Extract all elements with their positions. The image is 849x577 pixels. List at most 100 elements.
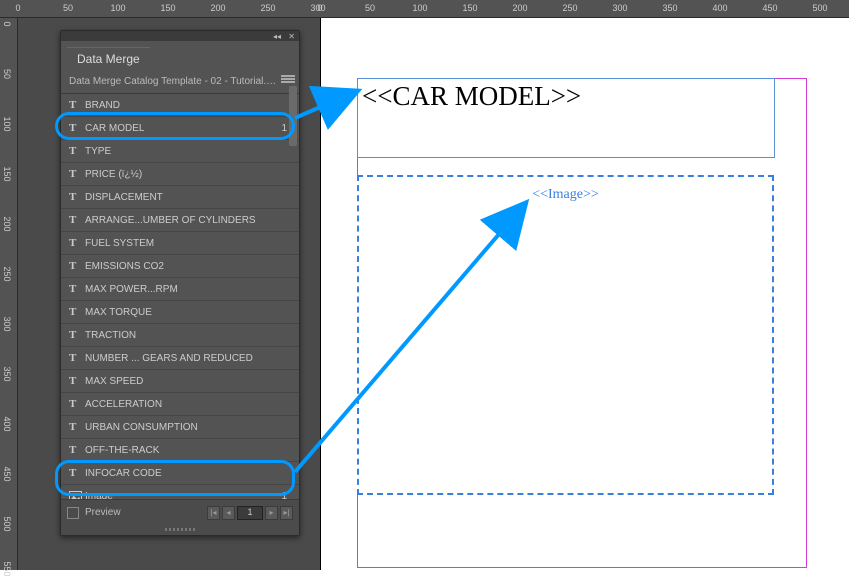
field-label: PRICE (ï¿½) xyxy=(85,169,287,180)
text-field-icon: T xyxy=(69,191,85,203)
ruler-tick: 150 xyxy=(462,3,477,13)
field-max-power-rpm[interactable]: TMAX POWER...RPM xyxy=(61,278,299,301)
panel-collapse-icon[interactable]: ◂◂ xyxy=(273,32,281,41)
field-image[interactable]: Image1 xyxy=(61,485,299,499)
nav-last-button[interactable]: ▸| xyxy=(280,506,293,520)
record-nav: |◂ ◂ 1 ▸ ▸| xyxy=(207,506,293,520)
field-label: CAR MODEL xyxy=(85,123,281,134)
text-field-icon: T xyxy=(69,329,85,341)
preview-label: Preview xyxy=(85,507,207,518)
text-field-icon: T xyxy=(69,375,85,387)
ruler-tick: 150 xyxy=(160,3,175,13)
text-field-icon: T xyxy=(69,260,85,272)
field-max-torque[interactable]: TMAX TORQUE xyxy=(61,301,299,324)
ruler-tick: 150 xyxy=(2,166,12,181)
text-field-icon: T xyxy=(69,99,85,111)
ruler-tick: 450 xyxy=(762,3,777,13)
ruler-tick: 0 xyxy=(317,3,322,13)
field-label: ACCELERATION xyxy=(85,399,287,410)
ruler-tick: 200 xyxy=(210,3,225,13)
ruler-tick: 550 xyxy=(2,561,12,576)
field-infocar-code[interactable]: TINFOCAR CODE xyxy=(61,462,299,485)
panel-header[interactable]: ◂◂ ✕ xyxy=(61,31,299,41)
panel-footer: Preview |◂ ◂ 1 ▸ ▸| xyxy=(61,499,299,525)
datasource-label: Data Merge Catalog Template - 02 - Tutor… xyxy=(69,76,281,87)
text-field-icon: T xyxy=(69,444,85,456)
text-field-icon: T xyxy=(69,352,85,364)
ruler-tick: 200 xyxy=(512,3,527,13)
field-acceleration[interactable]: TACCELERATION xyxy=(61,393,299,416)
field-label: MAX TORQUE xyxy=(85,307,287,318)
image-field-icon xyxy=(69,491,85,500)
ruler-tick: 50 xyxy=(63,3,73,13)
field-label: FUEL SYSTEM xyxy=(85,238,287,249)
ruler-tick: 350 xyxy=(2,366,12,381)
nav-page-input[interactable]: 1 xyxy=(237,506,263,520)
ruler-tick: 0 xyxy=(2,21,12,26)
placeholder-image: <<Image>> xyxy=(532,187,599,203)
ruler-tick: 450 xyxy=(2,466,12,481)
field-fuel-system[interactable]: TFUEL SYSTEM xyxy=(61,232,299,255)
field-price-[interactable]: TPRICE (ï¿½) xyxy=(61,163,299,186)
data-merge-panel[interactable]: ◂◂ ✕ Data Merge Data Merge Catalog Templ… xyxy=(60,30,300,536)
field-label: OFF-THE-RACK xyxy=(85,445,287,456)
ruler-tick: 400 xyxy=(2,416,12,431)
panel-close-icon[interactable]: ✕ xyxy=(288,32,295,41)
field-traction[interactable]: TTRACTION xyxy=(61,324,299,347)
ruler-tick: 100 xyxy=(2,116,12,131)
ruler-tick: 100 xyxy=(412,3,427,13)
scrollbar-thumb[interactable] xyxy=(289,86,297,146)
field-type[interactable]: TTYPE xyxy=(61,140,299,163)
field-label: MAX POWER...RPM xyxy=(85,284,287,295)
field-label: NUMBER ... GEARS AND REDUCED xyxy=(85,353,287,364)
ruler-tick: 250 xyxy=(2,266,12,281)
panel-tab-data-merge[interactable]: Data Merge xyxy=(67,47,150,70)
field-displacement[interactable]: TDISPLACEMENT xyxy=(61,186,299,209)
text-field-icon: T xyxy=(69,398,85,410)
field-emissions-co2[interactable]: TEMISSIONS CO2 xyxy=(61,255,299,278)
nav-first-button[interactable]: |◂ xyxy=(207,506,220,520)
text-field-icon: T xyxy=(69,237,85,249)
panel-scrollbar[interactable] xyxy=(289,86,297,505)
field-arrange-umber-of-cylinders[interactable]: TARRANGE...UMBER OF CYLINDERS xyxy=(61,209,299,232)
vertical-ruler: 0 50 100 150 200 250 300 350 400 450 500… xyxy=(0,18,18,570)
image-frame[interactable]: <<Image>> xyxy=(357,175,774,495)
horizontal-ruler: 0 50 100 150 200 250 300 0 50 100 150 20… xyxy=(0,0,849,18)
field-off-the-rack[interactable]: TOFF-THE-RACK xyxy=(61,439,299,462)
field-number-gears-and-reduced[interactable]: TNUMBER ... GEARS AND REDUCED xyxy=(61,347,299,370)
ruler-tick: 50 xyxy=(2,69,12,79)
text-field-icon: T xyxy=(69,283,85,295)
text-field-icon: T xyxy=(69,467,85,479)
ruler-tick: 250 xyxy=(260,3,275,13)
field-label: INFOCAR CODE xyxy=(85,468,287,479)
field-label: DISPLACEMENT xyxy=(85,192,287,203)
field-label: TYPE xyxy=(85,146,287,157)
field-label: EMISSIONS CO2 xyxy=(85,261,287,272)
field-label: URBAN CONSUMPTION xyxy=(85,422,287,433)
ruler-tick: 50 xyxy=(365,3,375,13)
text-field-icon: T xyxy=(69,168,85,180)
field-list[interactable]: TBRANDTCAR MODEL1TTYPETPRICE (ï¿½)TDISPL… xyxy=(61,94,299,499)
placeholder-car-model: <<CAR MODEL>> xyxy=(358,79,774,114)
ruler-tick: 100 xyxy=(110,3,125,13)
text-frame-car-model[interactable]: <<CAR MODEL>> xyxy=(357,78,775,158)
nav-prev-button[interactable]: ◂ xyxy=(222,506,235,520)
field-max-speed[interactable]: TMAX SPEED xyxy=(61,370,299,393)
preview-checkbox[interactable] xyxy=(67,507,79,519)
panel-menu-icon[interactable] xyxy=(281,74,295,86)
ruler-tick: 200 xyxy=(2,216,12,231)
field-label: BRAND xyxy=(85,100,287,111)
nav-next-button[interactable]: ▸ xyxy=(265,506,278,520)
ruler-tick: 400 xyxy=(712,3,727,13)
ruler-tick: 300 xyxy=(612,3,627,13)
panel-datasource: Data Merge Catalog Template - 02 - Tutor… xyxy=(61,70,299,94)
field-brand[interactable]: TBRAND xyxy=(61,94,299,117)
field-urban-consumption[interactable]: TURBAN CONSUMPTION xyxy=(61,416,299,439)
text-field-icon: T xyxy=(69,421,85,433)
field-car-model[interactable]: TCAR MODEL1 xyxy=(61,117,299,140)
panel-resize-grip[interactable] xyxy=(61,525,299,535)
text-field-icon: T xyxy=(69,145,85,157)
ruler-tick: 300 xyxy=(2,316,12,331)
text-field-icon: T xyxy=(69,306,85,318)
field-label: MAX SPEED xyxy=(85,376,287,387)
